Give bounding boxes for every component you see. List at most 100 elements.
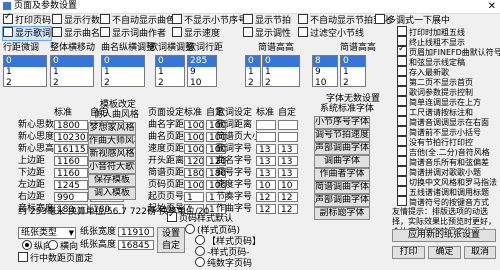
list-item[interactable]: 2 — [51, 78, 93, 86]
lyric_params-std-value[interactable] — [256, 120, 276, 130]
custom-paper-button[interactable]: 设置自定义纸张 — [157, 227, 185, 253]
font_buttons-button-2[interactable]: 声部调曲字体 — [314, 142, 370, 155]
list-item[interactable]: 10 — [188, 78, 216, 86]
list-jianpu_dist[interactable]: 012 — [340, 55, 366, 87]
r2-check-1[interactable]: 显示曲名 — [52, 27, 100, 40]
paper-height-input[interactable]: 16845 — [118, 240, 154, 250]
lyric_params-std-value[interactable]: 13 — [256, 144, 276, 154]
list-item[interactable]: 2 — [4, 78, 46, 86]
list-item[interactable]: 8 — [313, 56, 337, 67]
lyric_params-std-value[interactable] — [256, 132, 276, 142]
list-item[interactable]: 2 — [263, 78, 299, 86]
list-jianpu_size[interactable]: 8 9 10 — [312, 55, 338, 87]
confirm-button[interactable]: 确定 — [428, 246, 461, 259]
list-item[interactable]: 1 — [4, 67, 46, 78]
list-item[interactable]: 2 — [246, 78, 260, 86]
list-row_space[interactable]: 012 — [3, 55, 47, 87]
font_buttons-button-7[interactable]: 副标题字体 — [314, 207, 370, 220]
lyric_params-std-value[interactable]: 12 — [256, 192, 276, 202]
params-std-value[interactable]: 990 — [54, 192, 88, 202]
mid_buttons-button-0[interactable]: 梦想家风格 — [88, 122, 136, 135]
list-item[interactable]: 2 — [341, 78, 365, 86]
list-title_adj[interactable]: 012 — [101, 55, 145, 87]
apply-paper-button[interactable]: 应用新的纸张设置 — [392, 229, 496, 242]
font_buttons-button-1[interactable]: 调号节拍速度 — [314, 129, 370, 142]
page_params-std-value[interactable]: 100 — [184, 180, 204, 190]
list-item[interactable]: 0 — [263, 56, 299, 67]
params-std-value[interactable]: 10230 — [54, 132, 88, 142]
list-item[interactable]: 1 — [263, 67, 299, 78]
r1-check-2[interactable]: 不自动显示曲色 — [100, 14, 175, 27]
row-spacing-check[interactable]: 行中数距页面定 — [18, 252, 93, 265]
r2-check-0[interactable]: 显示歌词 — [1, 26, 53, 41]
list-item[interactable]: 1 — [156, 67, 184, 78]
list-item[interactable]: 1 — [102, 67, 144, 78]
font_buttons-button-4[interactable]: 作曲者字体 — [314, 168, 370, 181]
params-std-value[interactable]: 1800 — [54, 120, 88, 130]
list-item[interactable]: 2 — [102, 78, 144, 86]
mid_buttons-button-2[interactable]: 新视感风格 — [88, 148, 136, 161]
mid_buttons-button-4[interactable]: 保存模板 — [88, 174, 136, 187]
paper-width-input[interactable]: 11910 — [118, 227, 154, 237]
list-item[interactable]: 2 — [156, 78, 184, 86]
lyric_params-std-value[interactable]: 13 — [256, 156, 276, 166]
r2-check-4[interactable]: 显示调性 — [243, 27, 291, 40]
list-item[interactable]: 1 — [51, 67, 93, 78]
list-item[interactable]: 1 — [341, 67, 365, 78]
r2-check-2[interactable]: 显示词曲作者 — [100, 27, 166, 40]
list-item[interactable]: 10 — [313, 78, 337, 86]
page_params-std-value[interactable]: 100 — [184, 144, 204, 154]
list-item[interactable]: 1 — [246, 67, 260, 78]
lyric_params-custom-value[interactable]: 13 — [278, 168, 298, 178]
lyric_params-custom-value[interactable]: 13 — [278, 156, 298, 166]
mid_buttons-button-5[interactable]: 调入模板 — [88, 187, 136, 200]
list-item[interactable]: 0 — [51, 56, 93, 67]
close-icon[interactable]: ✕ — [488, 0, 496, 13]
lyric_params-custom-value[interactable]: 12 — [278, 192, 298, 202]
lyric_params-std-value[interactable]: 13 — [256, 168, 276, 178]
page_params-std-value[interactable]: 120 — [184, 156, 204, 166]
mid_buttons-button-1[interactable]: 作曲大师风格 — [88, 135, 136, 148]
list-item[interactable]: 0 — [156, 56, 184, 67]
paper-type-select[interactable]: 纸张类型 ▼ — [18, 227, 76, 239]
page-style-option-3[interactable]: 纯数字页码 — [195, 257, 252, 270]
list-lyric_row[interactable]: 285 9 10 — [187, 55, 217, 87]
list-item[interactable]: 0 — [102, 56, 144, 67]
r1-check-4[interactable]: 显示节拍 — [243, 14, 291, 27]
font_buttons-button-0[interactable]: 小节序号字体 — [314, 116, 370, 129]
lyric_params-custom-value[interactable]: 10 — [278, 180, 298, 190]
r1-check-0[interactable]: 打印页码 — [3, 12, 51, 27]
r1-check-3[interactable]: 不显示小节序号 — [172, 14, 247, 27]
page_params-std-value[interactable]: 180 — [184, 168, 204, 178]
page_params-std-value[interactable]: 100 — [184, 132, 204, 142]
lyric_params-custom-value[interactable]: 12 — [278, 204, 298, 214]
page_params-std-value[interactable]: 1 — [184, 192, 204, 202]
r1-check-1[interactable]: 显示行数 — [52, 14, 100, 27]
list-item[interactable]: 0 — [246, 56, 260, 67]
params-std-value[interactable]: 16115 — [54, 144, 88, 154]
list-jianpu_wide[interactable]: 012 — [245, 55, 261, 87]
cancel-button[interactable]: 取消 — [464, 246, 496, 259]
params-std-value[interactable]: 1160 — [54, 168, 88, 178]
font_buttons-button-3[interactable]: 调曲字体 — [314, 155, 370, 168]
font_buttons-button-5[interactable]: 简谱调曲字体 — [314, 181, 370, 194]
print-button[interactable]: 打印 — [392, 246, 425, 259]
lyric_params-custom-value[interactable] — [278, 132, 298, 142]
lyric_params-std-value[interactable]: 10 — [256, 180, 276, 190]
r2-check-3[interactable]: 显示速度 — [172, 27, 220, 40]
list-item[interactable]: 0 — [4, 56, 46, 67]
r2-check-5[interactable]: 过滤空小节线 — [298, 27, 364, 40]
lyric_params-custom-value[interactable] — [278, 120, 298, 130]
font_buttons-button-6[interactable]: 声部调曲字体 — [314, 194, 370, 207]
mid_buttons-button-3[interactable]: 小音符大歌词 — [88, 161, 136, 174]
list-item[interactable]: 9 — [188, 67, 216, 78]
list-overall[interactable]: 012 — [50, 55, 94, 87]
params-std-value[interactable]: 1160 — [54, 156, 88, 166]
lyric_params-custom-value[interactable]: 13 — [278, 144, 298, 154]
list-item[interactable]: 0 — [341, 56, 365, 67]
lyric_params-std-value[interactable]: 12 — [256, 204, 276, 214]
list-jianpu_high[interactable]: 012 — [262, 55, 300, 87]
list-item[interactable]: 285 — [188, 56, 216, 67]
list-item[interactable]: 9 — [313, 67, 337, 78]
params-std-value[interactable]: 1245 — [54, 180, 88, 190]
